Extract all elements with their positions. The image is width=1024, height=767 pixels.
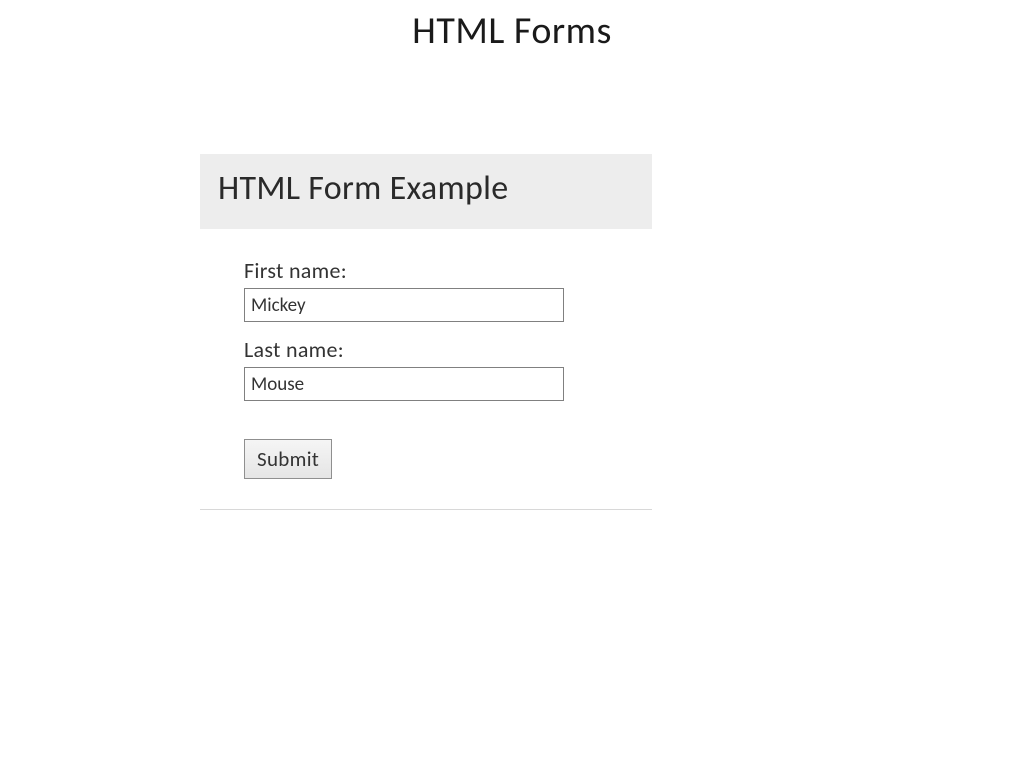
form-area: First name: Last name: Submit — [200, 229, 652, 509]
form-example-container: HTML Form Example First name: Last name:… — [200, 154, 652, 510]
example-heading: HTML Form Example — [200, 154, 652, 229]
page-title: HTML Forms — [0, 0, 1024, 54]
last-name-input[interactable] — [244, 367, 564, 401]
last-name-label: Last name: — [244, 336, 608, 363]
submit-button[interactable]: Submit — [244, 439, 332, 479]
first-name-label: First name: — [244, 257, 608, 284]
first-name-input[interactable] — [244, 288, 564, 322]
